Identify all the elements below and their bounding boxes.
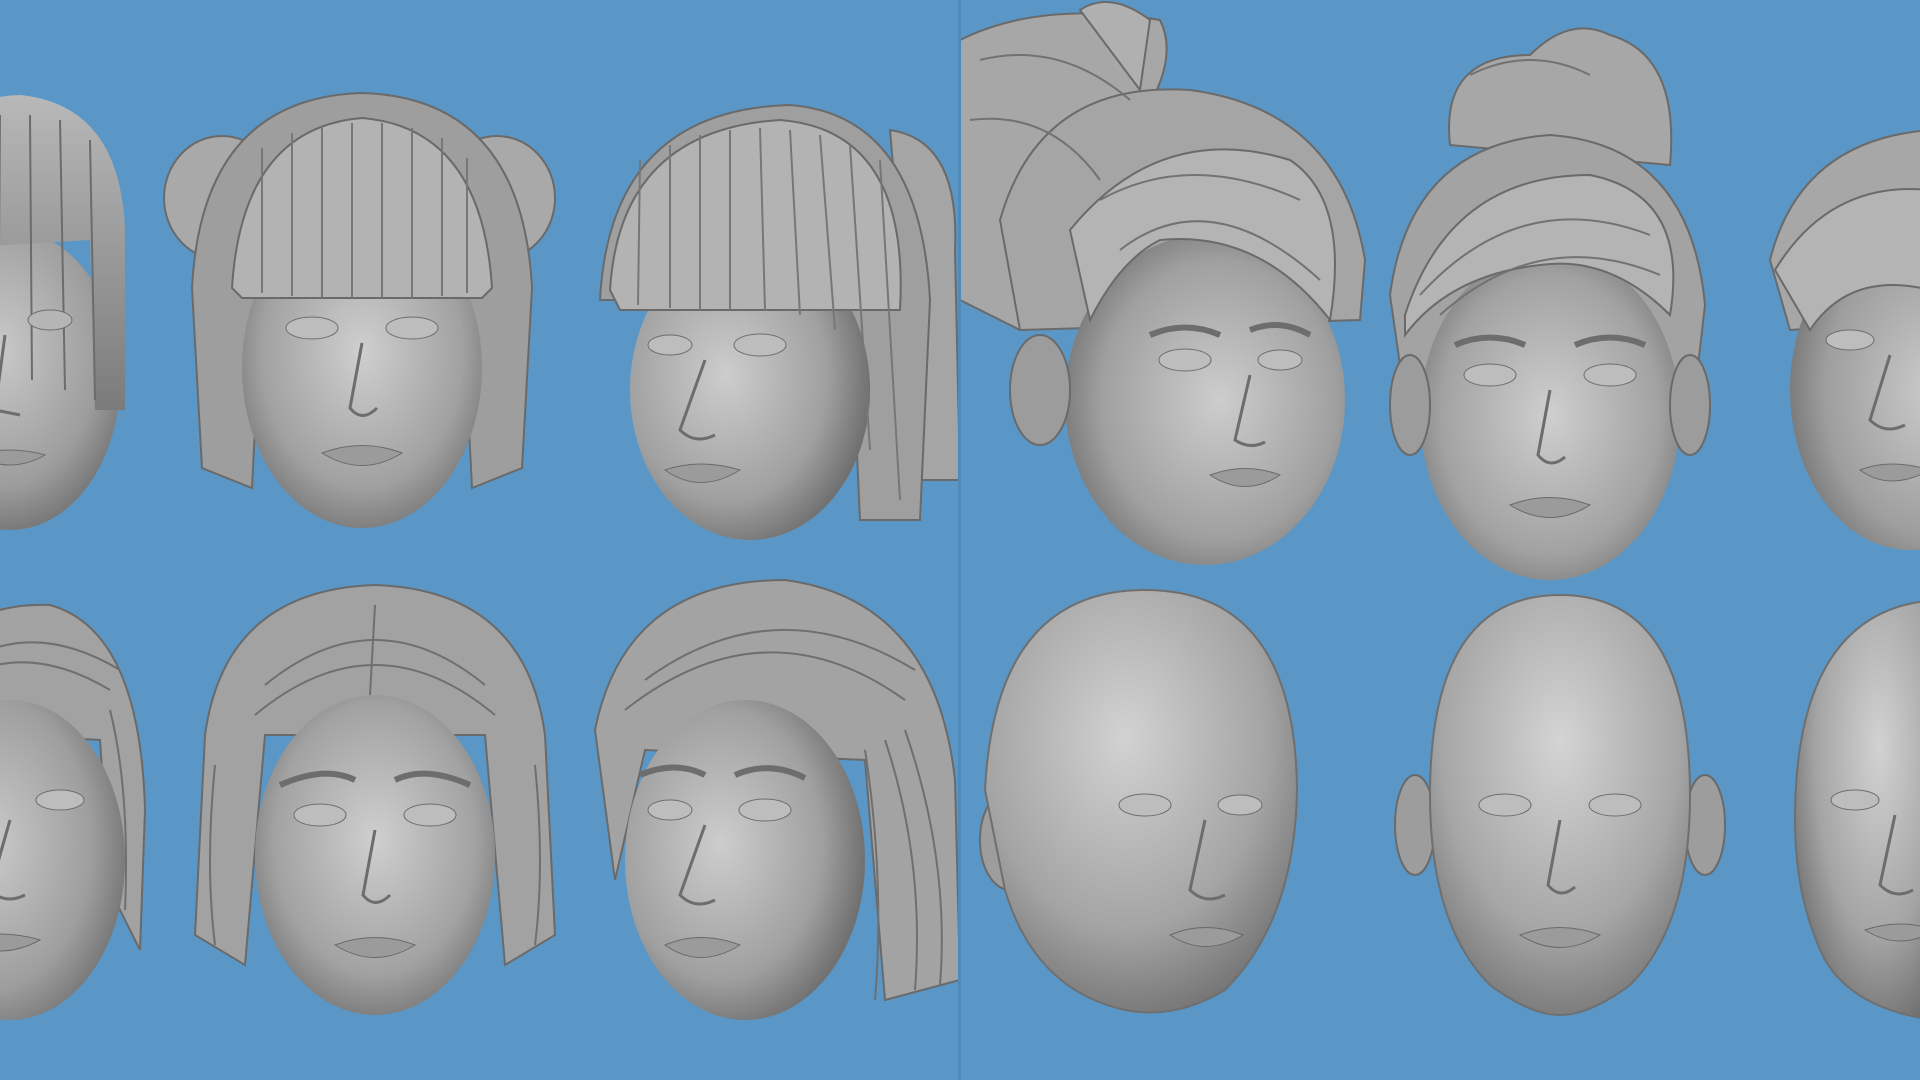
panel-divider — [958, 0, 961, 1080]
head-bald-front — [1390, 593, 1730, 1017]
head-fringe-cropped — [1768, 120, 1920, 580]
head-slicked-long-three-quarter — [585, 578, 960, 1030]
head-bald-cropped — [1793, 600, 1920, 1020]
head-bald-three-quarter — [975, 588, 1305, 1020]
head-twin-buns-front — [162, 88, 562, 538]
head-slicked-cropped — [0, 590, 150, 1040]
head-ponytail-front — [1388, 15, 1711, 580]
right-panel — [960, 0, 1920, 1080]
head-bangs-bob-three-quarter — [590, 100, 960, 550]
head-ponytail-three-quarter — [960, 0, 1380, 570]
sculpt-sheet — [0, 0, 1920, 1080]
head-slicked-front — [185, 583, 565, 1025]
head-bangs-bob-cropped — [0, 80, 140, 540]
left-panel — [0, 0, 960, 1080]
